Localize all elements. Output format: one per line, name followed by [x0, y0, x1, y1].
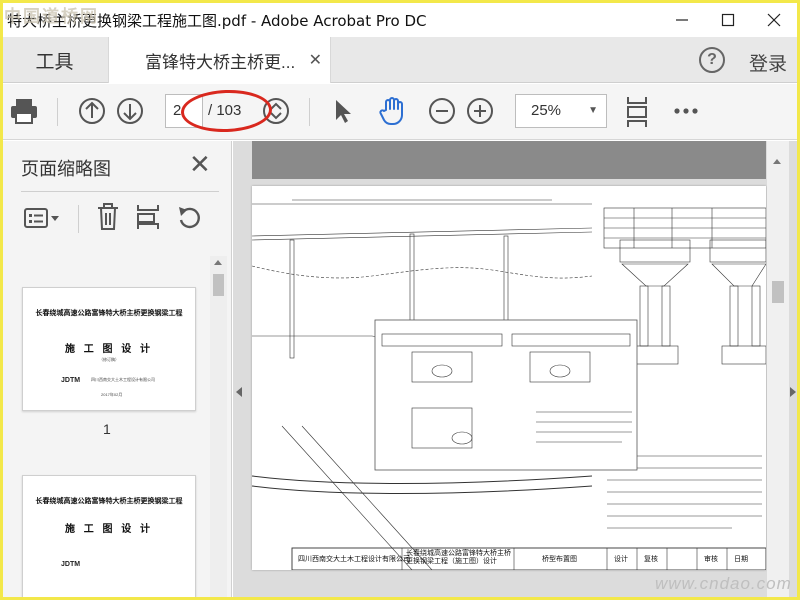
titleblock-project: 长春绕城高速公路富锋特大桥主桥更换钢梁工程（施工图）设计	[406, 550, 511, 565]
scrollbar-thumb[interactable]	[213, 274, 224, 296]
titleblock-approve: 审核	[704, 556, 718, 563]
tab-tools[interactable]: 工具	[3, 37, 106, 83]
document-scrollbar[interactable]	[767, 141, 789, 597]
thumb1-subtitle: 施 工 图 设 计	[64, 344, 154, 355]
plus-circle-icon	[467, 98, 493, 124]
window-title: 特大桥主桥更换钢梁工程施工图.pdf - Adobe Acrobat Pro D…	[7, 11, 427, 30]
panel-title: 页面缩略图	[21, 159, 111, 179]
thumb1-date: 2017年02月	[101, 392, 123, 397]
titleblock-design: 设计	[614, 556, 628, 563]
main-toolbar: 2 / 103 25% ▼	[3, 84, 797, 140]
thumb1-logo: JDTM	[61, 377, 81, 384]
collapse-left-icon[interactable]	[236, 387, 242, 397]
maximize-icon	[721, 13, 735, 27]
scroll-up-icon[interactable]	[214, 260, 222, 265]
thumb2-title: 长春绕城高速公路富锋特大桥主桥更换钢梁工程	[35, 498, 183, 505]
thumb2-logo: JDTM	[61, 561, 81, 568]
delete-page-button[interactable]	[93, 201, 123, 233]
cursor-arrow-icon	[336, 100, 351, 123]
arrow-down-circle-icon	[117, 98, 143, 124]
zoom-value: 25%	[531, 102, 562, 119]
minimize-icon	[676, 19, 688, 21]
thumbnail-options-button[interactable]	[23, 203, 61, 233]
fit-page-button[interactable]	[621, 94, 653, 130]
more-tools-button[interactable]	[671, 96, 701, 126]
thumb1-company: 四川西南交大土木工程设计有限公司	[91, 377, 155, 382]
fit-page-icon	[627, 97, 647, 127]
thumbnails-panel: 页面缩略图 ✕ 长春绕城高速公路富锋特大桥主桥更换钢梁工程 施 工 图 设 计 …	[3, 141, 232, 597]
thumb1-note: （修订稿）	[99, 357, 119, 362]
page-thumbnail-1[interactable]: 长春绕城高速公路富锋特大桥主桥更换钢梁工程 施 工 图 设 计 （修订稿） JD…	[22, 287, 196, 411]
engineering-drawing	[252, 199, 766, 570]
rotate-icon	[179, 207, 200, 229]
toolbar-separator	[57, 98, 58, 126]
close-panel-icon[interactable]: ✕	[189, 149, 211, 180]
login-button[interactable]: 登录	[749, 49, 787, 76]
thumb1-title: 长春绕城高速公路富锋特大桥主桥更换钢梁工程	[35, 310, 183, 317]
minus-circle-icon	[429, 98, 455, 124]
hand-tool-button[interactable]	[377, 94, 409, 128]
panel-divider	[21, 191, 219, 192]
title-bar: 特大桥主桥更换钢梁工程施工图.pdf - Adobe Acrobat Pro D…	[3, 3, 797, 37]
panel-separator	[78, 205, 79, 233]
maximize-button[interactable]	[705, 3, 751, 37]
print-icon	[11, 99, 37, 124]
select-tool-button[interactable]	[329, 96, 357, 126]
page-thumbnail-2[interactable]: 长春绕城高速公路富锋特大桥主桥更换钢梁工程 施 工 图 设 计 JDTM	[22, 475, 196, 597]
minimize-button[interactable]	[659, 3, 705, 37]
hand-icon	[379, 97, 403, 126]
options-menu-icon	[24, 208, 59, 228]
next-page-button[interactable]	[115, 96, 145, 126]
scrollbar-thumb[interactable]	[772, 281, 784, 303]
print-button[interactable]	[9, 96, 39, 126]
previous-page-bottom	[252, 141, 766, 179]
zoom-out-button[interactable]	[427, 96, 457, 126]
more-icon	[674, 108, 698, 114]
rotate-page-button[interactable]	[175, 201, 205, 233]
tab-document[interactable]: 富锋特大桥主桥更... ✕	[108, 37, 331, 83]
document-page: 四川西南交大土木工程设计有限公司 长春绕城高速公路富锋特大桥主桥更换钢梁工程（施…	[252, 186, 766, 570]
site-watermark-bottom: www.cndao.com	[655, 574, 792, 593]
thumbnail-page-number: 1	[103, 421, 111, 437]
site-watermark-top: 中国道桥网	[4, 7, 99, 27]
arrow-up-circle-icon	[79, 98, 105, 124]
toolbar-separator	[309, 98, 310, 126]
previous-page-button[interactable]	[77, 96, 107, 126]
trash-icon	[98, 203, 118, 230]
close-window-button[interactable]	[751, 3, 797, 37]
close-icon	[767, 13, 781, 27]
zoom-select[interactable]: 25% ▼	[515, 94, 607, 128]
titleblock-company: 四川西南交大土木工程设计有限公司	[298, 556, 410, 563]
tab-bar: 工具 富锋特大桥主桥更... ✕ ? 登录	[3, 37, 797, 83]
chevron-down-icon: ▼	[588, 105, 598, 116]
titleblock-review: 复核	[644, 556, 658, 563]
thumb2-subtitle: 施 工 图 设 计	[64, 524, 154, 535]
extract-page-button[interactable]	[133, 201, 163, 233]
help-icon[interactable]: ?	[699, 47, 725, 73]
titleblock-drawing: 桥型布置图	[542, 556, 577, 563]
extract-page-icon	[137, 205, 159, 229]
thumbnail-scrollbar[interactable]	[210, 256, 227, 597]
scroll-up-icon[interactable]	[773, 159, 781, 164]
titleblock-date: 日期	[734, 556, 748, 563]
zoom-in-button[interactable]	[465, 96, 495, 126]
collapse-right-icon[interactable]	[790, 387, 796, 397]
close-tab-icon[interactable]: ✕	[309, 50, 322, 70]
doc-tab-label: 富锋特大桥主桥更...	[145, 52, 296, 72]
